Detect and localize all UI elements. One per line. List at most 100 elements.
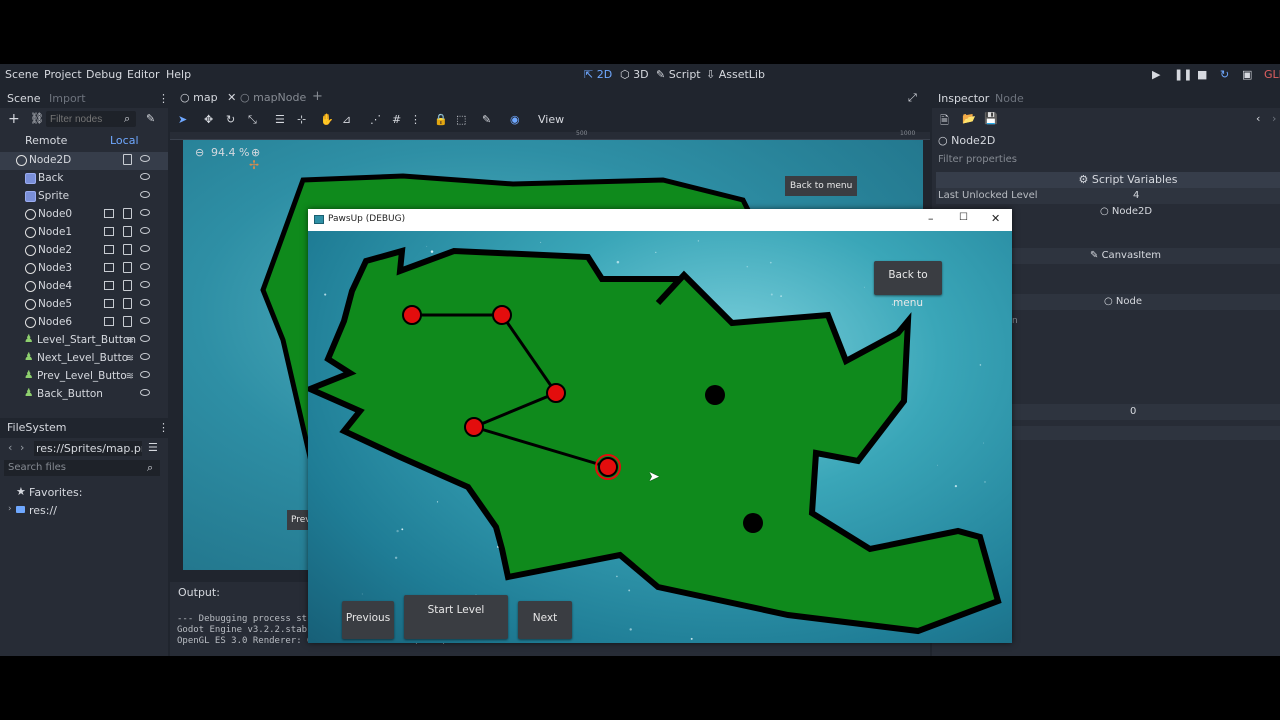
zoom-out-icon[interactable]: ⊖ [195, 146, 204, 159]
grid-snap-icon[interactable]: # [392, 113, 401, 126]
script-variables-section[interactable]: ⚙ Script Variables [936, 172, 1280, 188]
renderer-label[interactable]: GLE [1264, 68, 1280, 81]
last-unlocked-value[interactable]: 4 [1133, 190, 1139, 201]
start-level-button[interactable]: Start Level [404, 595, 508, 639]
search-files-input[interactable]: Search files ⌕ [4, 460, 160, 476]
tree-item-back-button[interactable]: ♟ Back_Button [0, 386, 168, 404]
group-icon[interactable] [104, 245, 114, 254]
back-arrow-icon[interactable]: ‹ [8, 441, 12, 454]
game-window[interactable]: PawsUp (DEBUG) – ☐ ✕ Back to menu Previo… [308, 209, 1012, 643]
tree-item-next-level-button[interactable]: ♟ Next_Level_Butto ≋ [0, 350, 168, 368]
section-node2d[interactable]: ○ Node2D [1100, 206, 1152, 217]
previous-button[interactable]: Previous [342, 601, 394, 639]
pan-tool-icon[interactable]: ✋ [320, 113, 334, 126]
visibility-icon[interactable] [140, 317, 150, 324]
new-resource-icon[interactable]: 🗎 [940, 112, 949, 131]
group-icon[interactable] [104, 209, 114, 218]
visibility-icon[interactable] [140, 245, 150, 252]
pivot-icon[interactable]: ⊹ [297, 113, 306, 126]
group-icon[interactable] [104, 263, 114, 272]
tree-item-node5[interactable]: Node5 [0, 296, 168, 314]
level-node-6[interactable] [743, 513, 763, 533]
script-icon[interactable] [123, 316, 132, 327]
script-icon[interactable] [123, 298, 132, 309]
group-icon[interactable] [104, 299, 114, 308]
scale-tool-icon[interactable]: ⤡ [248, 113, 257, 127]
tree-item-node6[interactable]: Node6 [0, 314, 168, 332]
res-folder-item[interactable]: › res:// [0, 502, 168, 520]
tree-item-node2d[interactable]: Node2D [0, 152, 168, 170]
tree-item-node3[interactable]: Node3 [0, 260, 168, 278]
filter-properties-input[interactable]: Filter properties [938, 154, 1017, 165]
snap-icon[interactable]: ⋰ [370, 113, 381, 126]
signal-icon[interactable]: ≋ [126, 335, 134, 346]
script-icon[interactable] [123, 262, 132, 273]
menu-scene[interactable]: Scene [5, 68, 39, 81]
script-icon[interactable] [123, 280, 132, 291]
tab-map[interactable]: ○ map ✕ [180, 91, 236, 104]
tab-inspector[interactable]: Inspector [938, 92, 989, 105]
back-to-menu-button[interactable]: Back to menu [874, 261, 942, 309]
level-node-2[interactable] [546, 383, 566, 403]
forward-arrow-icon[interactable]: › [20, 441, 24, 454]
signal-icon[interactable]: ≋ [126, 353, 134, 364]
rotate-tool-icon[interactable]: ↻ [226, 113, 235, 126]
game-canvas[interactable]: Back to menu Previous Start Level Next ➤ [308, 231, 1012, 643]
level-node-4[interactable] [598, 457, 618, 477]
section-canvasitem[interactable]: ✎ CanvasItem [1012, 248, 1280, 264]
dock-menu-icon[interactable]: ⋮ [158, 92, 169, 105]
visibility-icon[interactable] [140, 389, 150, 396]
section-node[interactable]: ○ Node [1012, 294, 1280, 310]
list-select-icon[interactable]: ☰ [275, 113, 285, 126]
workspace-2d[interactable]: ⇱ 2D [584, 68, 612, 81]
workspace-3d[interactable]: ⬡ 3D [620, 68, 649, 81]
distraction-free-icon[interactable]: ⤢ [908, 91, 917, 105]
inspected-node[interactable]: ○ Node2D [938, 134, 995, 147]
level-node-1[interactable] [492, 305, 512, 325]
minimize-icon[interactable]: – [928, 212, 934, 225]
visibility-icon[interactable] [140, 263, 150, 270]
favorites-item[interactable]: ★ Favorites: [0, 484, 168, 502]
tab-mapnode[interactable]: ○ mapNode [240, 91, 306, 104]
level-node-5[interactable] [705, 385, 725, 405]
reload-icon[interactable]: ↻ [1220, 68, 1229, 81]
list-view-icon[interactable]: ☰ [148, 441, 158, 454]
visibility-icon[interactable] [140, 353, 150, 360]
save-resource-icon[interactable]: 💾 [984, 112, 998, 125]
filesystem-path[interactable]: res://Sprites/map.png [34, 441, 142, 456]
game-titlebar[interactable]: PawsUp (DEBUG) – ☐ ✕ [308, 209, 1012, 231]
select-tool-icon[interactable]: ➤ [178, 113, 187, 126]
script-icon[interactable] [123, 244, 132, 255]
zero-value[interactable]: 0 [1130, 406, 1136, 417]
menu-editor[interactable]: Editor [127, 68, 160, 81]
more-options-icon[interactable]: ⋮ [410, 113, 421, 126]
group-select-icon[interactable]: ⬚ [456, 113, 466, 126]
zoom-level[interactable]: 94.4 % [211, 146, 249, 159]
menu-project[interactable]: Project [44, 68, 82, 81]
script-icon[interactable] [123, 154, 132, 165]
level-node-3[interactable] [464, 417, 484, 437]
visibility-icon[interactable] [140, 335, 150, 342]
play-scene-icon[interactable]: ▣ [1242, 68, 1252, 81]
group-icon[interactable] [104, 281, 114, 290]
visibility-icon[interactable] [140, 209, 150, 216]
stop-icon[interactable]: ■ [1197, 68, 1207, 81]
signal-icon[interactable]: ≋ [126, 371, 134, 382]
local-button[interactable]: Local [110, 134, 139, 147]
search-icon[interactable]: ⌕ [124, 112, 130, 126]
move-tool-icon[interactable]: ✥ [204, 113, 213, 126]
visibility-icon[interactable] [140, 191, 150, 198]
maximize-icon[interactable]: ☐ [959, 212, 968, 223]
visibility-icon[interactable] [140, 371, 150, 378]
workspace-script[interactable]: ✎ Script [656, 68, 701, 81]
history-back-icon[interactable]: ‹ [1256, 112, 1260, 125]
tree-item-node0[interactable]: Node0 [0, 206, 168, 224]
dock-menu-icon[interactable]: ⋮ [158, 421, 169, 434]
group-icon[interactable] [104, 227, 114, 236]
new-tab-icon[interactable]: + [312, 89, 323, 104]
tab-scene[interactable]: Scene [7, 92, 41, 105]
visibility-icon[interactable] [140, 155, 150, 162]
view-menu[interactable]: View [538, 113, 564, 126]
tab-import[interactable]: Import [49, 92, 86, 105]
script-icon[interactable] [123, 208, 132, 219]
